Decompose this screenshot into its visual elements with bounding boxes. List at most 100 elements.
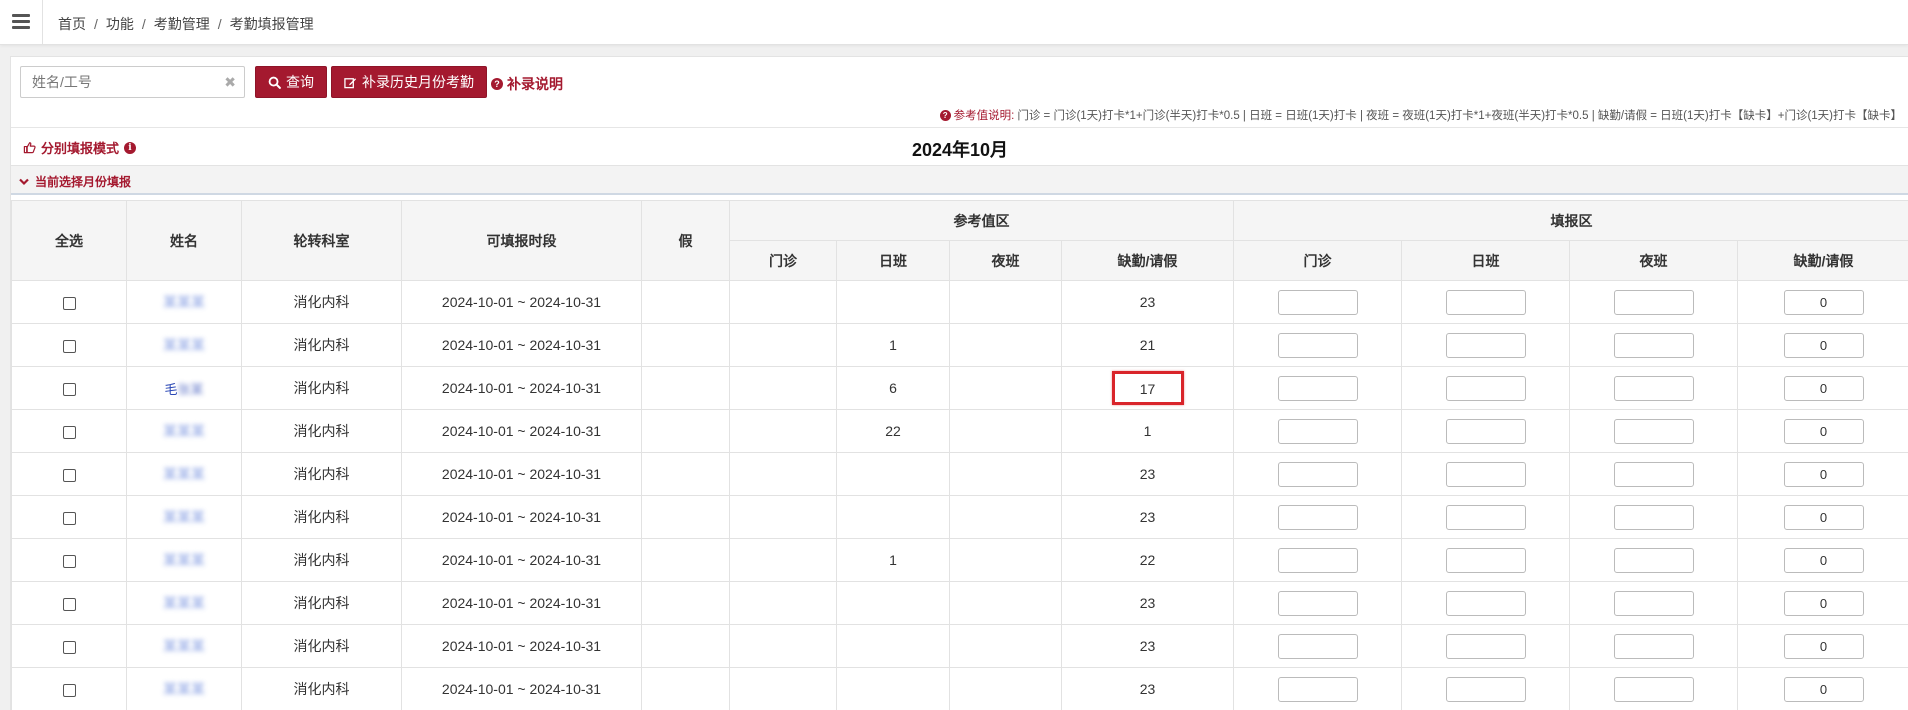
- mode-toggle[interactable]: 分别填报模式 i: [23, 138, 137, 157]
- cell-period: 2024-10-01 ~ 2024-10-31: [401, 495, 642, 539]
- row-checkbox[interactable]: [62, 683, 76, 697]
- fill-clinic-input[interactable]: [1277, 461, 1358, 487]
- fill-clinic-input[interactable]: [1277, 676, 1358, 702]
- fill-absence-input[interactable]: [1783, 461, 1864, 487]
- search-input[interactable]: [21, 67, 216, 97]
- breadcrumb-item-function[interactable]: 功能: [106, 16, 134, 32]
- fill-clinic-input[interactable]: [1277, 332, 1358, 358]
- name-redacted[interactable]: 某某某: [163, 335, 205, 355]
- cell-ref-night: [949, 581, 1062, 625]
- fill-night-input[interactable]: [1613, 289, 1694, 315]
- fill-absence-input[interactable]: [1783, 289, 1864, 315]
- cell-fill-day: [1401, 323, 1570, 367]
- fill-absence-input[interactable]: [1783, 332, 1864, 358]
- table-row: 某某某 消化内科 2024-10-01 ~ 2024-10-31 23: [11, 581, 1908, 625]
- name-redacted[interactable]: 某某某: [163, 507, 205, 527]
- fill-night-input[interactable]: [1613, 504, 1694, 530]
- name-link[interactable]: 毛张某: [164, 382, 203, 397]
- cell-fill-clinic: [1233, 495, 1402, 539]
- breadcrumb-item-attendance[interactable]: 考勤管理: [154, 16, 210, 32]
- name-redacted[interactable]: 某某某: [163, 464, 205, 484]
- fill-day-input[interactable]: [1445, 676, 1526, 702]
- name-redacted[interactable]: 某某某: [163, 593, 205, 613]
- fill-night-input[interactable]: [1613, 590, 1694, 616]
- fill-absence-input[interactable]: [1783, 418, 1864, 444]
- reference-note-text: 门诊 = 门诊(1天)打卡*1+门诊(半天)打卡*0.5 | 日班 = 日班(1…: [1017, 110, 1902, 122]
- supplement-history-label: 补录历史月份考勤: [362, 74, 474, 90]
- cell-fill-clinic: [1233, 366, 1402, 410]
- row-checkbox[interactable]: [62, 468, 76, 482]
- name-redacted[interactable]: 某某某: [163, 550, 205, 570]
- fill-clinic-input[interactable]: [1277, 633, 1358, 659]
- fill-night-input[interactable]: [1613, 676, 1694, 702]
- fill-day-input[interactable]: [1445, 461, 1526, 487]
- cell-select: [11, 495, 127, 539]
- cell-ref-day: [836, 495, 950, 539]
- fill-day-input[interactable]: [1445, 590, 1526, 616]
- fill-day-input[interactable]: [1445, 547, 1526, 573]
- fill-night-input[interactable]: [1613, 461, 1694, 487]
- fill-absence-input[interactable]: [1783, 375, 1864, 401]
- row-checkbox[interactable]: [62, 511, 76, 525]
- header-fill-day: 日班: [1401, 240, 1570, 281]
- row-checkbox[interactable]: [62, 382, 76, 396]
- fill-absence-input[interactable]: [1783, 633, 1864, 659]
- cell-period: 2024-10-01 ~ 2024-10-31: [401, 280, 642, 324]
- fill-day-input[interactable]: [1445, 375, 1526, 401]
- row-checkbox[interactable]: [62, 640, 76, 654]
- info-icon[interactable]: i: [124, 141, 137, 154]
- name-redacted[interactable]: 某某某: [163, 636, 205, 656]
- row-checkbox[interactable]: [62, 339, 76, 353]
- cell-ref-clinic: [729, 366, 837, 410]
- fill-clinic-input[interactable]: [1277, 418, 1358, 444]
- cell-fill-day: [1401, 624, 1570, 668]
- fill-absence-input[interactable]: [1783, 504, 1864, 530]
- fill-absence-input[interactable]: [1783, 676, 1864, 702]
- fill-night-input[interactable]: [1613, 375, 1694, 401]
- fill-night-input[interactable]: [1613, 547, 1694, 573]
- fill-day-input[interactable]: [1445, 418, 1526, 444]
- fill-day-input[interactable]: [1445, 504, 1526, 530]
- fill-night-input[interactable]: [1613, 418, 1694, 444]
- supplement-history-button[interactable]: 补录历史月份考勤: [331, 66, 487, 98]
- fill-absence-input[interactable]: [1783, 547, 1864, 573]
- fill-clinic-input[interactable]: [1277, 289, 1358, 315]
- row-checkbox[interactable]: [62, 296, 76, 310]
- fill-clinic-input[interactable]: [1277, 547, 1358, 573]
- name-redacted[interactable]: 某某某: [163, 421, 205, 441]
- table-row: 某某某 消化内科 2024-10-01 ~ 2024-10-31 1 21: [11, 323, 1908, 367]
- header-select-all[interactable]: 全选: [11, 200, 127, 281]
- row-checkbox[interactable]: [62, 554, 76, 568]
- fill-night-input[interactable]: [1613, 633, 1694, 659]
- menu-icon[interactable]: [12, 14, 30, 30]
- query-button[interactable]: 查询: [255, 66, 327, 98]
- fill-clinic-input[interactable]: [1277, 375, 1358, 401]
- cell-fill-absence: [1737, 581, 1908, 625]
- row-checkbox[interactable]: [62, 425, 76, 439]
- fill-night-input[interactable]: [1613, 332, 1694, 358]
- fill-day-input[interactable]: [1445, 289, 1526, 315]
- name-redacted[interactable]: 某某某: [163, 679, 205, 699]
- edit-icon: [344, 77, 357, 88]
- cell-ref-night: [949, 667, 1062, 710]
- cell-name: 某某某: [126, 323, 242, 367]
- fill-absence-input[interactable]: [1783, 590, 1864, 616]
- cell-name: 某某某: [126, 452, 242, 496]
- mode-label: 分别填报模式: [41, 141, 120, 156]
- attendance-table: 全选 姓名 轮转科室 可填报时段 假 参考值区 填报区 门诊 日班 夜班 缺勤/…: [11, 200, 1908, 710]
- cell-fill-day: [1401, 581, 1570, 625]
- supplement-help-link[interactable]: ? 补录说明: [491, 74, 563, 94]
- breadcrumb-item-home[interactable]: 首页: [58, 16, 86, 32]
- section-toggle[interactable]: 当前选择月份填报: [19, 173, 131, 190]
- table-row: 某某某 消化内科 2024-10-01 ~ 2024-10-31 23: [11, 624, 1908, 668]
- clear-icon[interactable]: ✖: [224, 74, 236, 91]
- name-redacted[interactable]: 某某某: [163, 292, 205, 312]
- cell-fill-day: [1401, 495, 1570, 539]
- fill-clinic-input[interactable]: [1277, 504, 1358, 530]
- fill-day-input[interactable]: [1445, 633, 1526, 659]
- cell-fill-night: [1569, 581, 1738, 625]
- row-checkbox[interactable]: [62, 597, 76, 611]
- fill-clinic-input[interactable]: [1277, 590, 1358, 616]
- question-icon: ?: [939, 109, 951, 121]
- fill-day-input[interactable]: [1445, 332, 1526, 358]
